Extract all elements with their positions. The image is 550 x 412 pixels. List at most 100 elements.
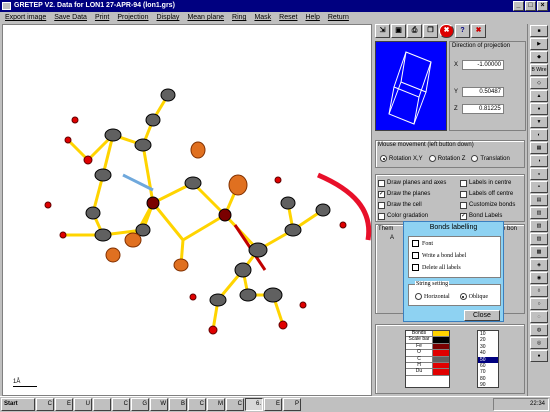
direction-x-field[interactable]: -1.00000 xyxy=(462,60,505,70)
side-button-18[interactable]: ▩ xyxy=(530,246,548,258)
dialog-title: Bonds labelling xyxy=(404,222,503,233)
side-button-23[interactable]: ◌ xyxy=(530,311,548,323)
task-button[interactable]: C xyxy=(112,398,130,411)
check-font[interactable]: Font xyxy=(412,240,433,247)
side-button-8[interactable]: ▼ xyxy=(530,116,548,128)
side-button-2[interactable]: ▶ xyxy=(530,38,548,50)
radio-translation[interactable]: Translation xyxy=(471,155,510,162)
cell-view[interactable] xyxy=(375,41,447,131)
close-window-button[interactable]: × xyxy=(537,1,548,11)
side-button-1[interactable]: ■ xyxy=(530,25,548,37)
window-titlebar: GRETEP V2. Data for LON1 27-APR-94 (lon1… xyxy=(0,0,550,12)
side-button-26[interactable]: ● xyxy=(530,350,548,362)
list-item[interactable]: 90 xyxy=(478,382,498,388)
side-button-10[interactable]: ▦ xyxy=(530,142,548,154)
side-button-16[interactable]: ▧ xyxy=(530,220,548,232)
task-button[interactable]: C xyxy=(188,398,206,411)
help-icon[interactable]: ? xyxy=(455,24,470,38)
side-button-24[interactable]: ◍ xyxy=(530,324,548,336)
theme-title: Them xyxy=(378,226,394,232)
check-draw-planes[interactable]: ✓ Draw the planes xyxy=(378,189,430,199)
maximize-button[interactable]: □ xyxy=(525,1,536,11)
side-button-13[interactable]: ◓ xyxy=(530,181,548,193)
exit-icon[interactable]: ✖ xyxy=(471,24,486,38)
menu-return[interactable]: Return xyxy=(328,12,349,23)
stop-icon[interactable]: ✖ xyxy=(439,24,454,38)
task-button[interactable]: E xyxy=(55,398,73,411)
side-button-11[interactable]: ◑ xyxy=(530,155,548,167)
menu-export-image[interactable]: Export image xyxy=(5,12,46,23)
close-button[interactable]: Close xyxy=(464,310,500,321)
menu-reset[interactable]: Reset xyxy=(279,12,297,23)
check-labels-centre[interactable]: Labels in centre xyxy=(460,178,511,188)
task-button-active[interactable]: 6. xyxy=(245,398,263,411)
task-button[interactable]: B xyxy=(169,398,187,411)
partial-label: e bon xyxy=(502,226,518,232)
display-options-group: Draw planes and axes ✓ Draw the planes Dr… xyxy=(375,174,525,222)
side-button-15[interactable]: ▥ xyxy=(530,207,548,219)
menu-print[interactable]: Print xyxy=(95,12,109,23)
minimize-button[interactable]: _ xyxy=(513,1,524,11)
check-draw-planes-axes[interactable]: Draw planes and axes xyxy=(378,178,446,188)
side-button-21[interactable]: ◊ xyxy=(530,285,548,297)
partial-option-a: A xyxy=(390,235,395,241)
task-button[interactable] xyxy=(93,398,111,411)
check-customize-bonds[interactable]: Customize bonds xyxy=(460,200,515,210)
check-write-bond-label[interactable]: Write a bond label xyxy=(412,252,466,259)
copy-icon[interactable]: ❐ xyxy=(423,24,438,38)
side-button-6[interactable]: ▲ xyxy=(530,90,548,102)
side-button-3[interactable]: ◆ xyxy=(530,51,548,63)
side-button-14[interactable]: ▤ xyxy=(530,194,548,206)
task-button[interactable]: P xyxy=(283,398,301,411)
side-button-7[interactable]: ● xyxy=(530,103,548,115)
side-button-19[interactable]: ◈ xyxy=(530,259,548,271)
start-button[interactable]: Start xyxy=(1,398,35,411)
mouse-movement-group: Mouse movement (left button down) Rotati… xyxy=(375,140,525,168)
task-button[interactable]: G xyxy=(131,398,149,411)
radio-rotation-z[interactable]: Rotation Z xyxy=(428,155,465,162)
menu-help[interactable]: Help xyxy=(305,12,319,23)
mouse-movement-title: Mouse movement (left button down) xyxy=(378,142,474,148)
radio-rotation-xy[interactable]: Rotation X,Y xyxy=(380,155,423,162)
check-color-gradation[interactable]: Color gradation xyxy=(378,211,428,221)
check-labels-off-centre[interactable]: Labels off centre xyxy=(460,189,513,199)
number-list[interactable]: 10 20 30 40 50 60 70 80 90 xyxy=(477,330,499,388)
check-bond-labels[interactable]: ✓ Bond Labels xyxy=(460,211,502,221)
check-delete-all-labels[interactable]: Delete all labels xyxy=(412,264,461,271)
menu-ring[interactable]: Ring xyxy=(232,12,246,23)
colors-group xyxy=(375,324,525,394)
side-button-25[interactable]: ◎ xyxy=(530,337,548,349)
menu-mask[interactable]: Mask xyxy=(254,12,271,23)
axis-label: Y xyxy=(454,89,459,95)
side-button-9[interactable]: ◐ xyxy=(530,129,548,141)
direction-z-field[interactable]: 0.81225 xyxy=(461,104,504,114)
task-button[interactable]: U xyxy=(74,398,92,411)
direction-y-field[interactable]: 0.50487 xyxy=(462,87,505,97)
side-button-wire[interactable]: B Wire xyxy=(530,64,548,76)
check-draw-cell[interactable]: Draw the cell xyxy=(378,200,422,210)
side-button-12[interactable]: ◒ xyxy=(530,168,548,180)
task-button[interactable]: E xyxy=(264,398,282,411)
side-button-22[interactable]: ○ xyxy=(530,298,548,310)
task-button[interactable]: C xyxy=(226,398,244,411)
color-row[interactable]: Du xyxy=(406,369,449,376)
menu-projection[interactable]: Projection xyxy=(117,12,148,23)
menu-display[interactable]: Display xyxy=(156,12,179,23)
color-table[interactable]: Bonds Scale bar Fe O C H Du xyxy=(405,330,450,388)
open-icon[interactable]: ⇲ xyxy=(375,24,390,38)
side-button-20[interactable]: ◉ xyxy=(530,272,548,284)
print-icon[interactable]: ⎙ xyxy=(407,24,422,38)
radio-oblique[interactable]: Oblique xyxy=(459,293,488,300)
radio-horizontal[interactable]: Horizontal xyxy=(415,293,450,300)
save-icon[interactable]: ▣ xyxy=(391,24,406,38)
task-button[interactable]: W xyxy=(150,398,168,411)
direction-z-row: Z 0.81225 xyxy=(454,104,504,114)
side-button-5[interactable]: ◇ xyxy=(530,77,548,89)
menu-save-data[interactable]: Save Data xyxy=(54,12,87,23)
menu-mean-plane[interactable]: Mean plane xyxy=(187,12,224,23)
toolbar: ⇲ ▣ ⎙ ❐ ✖ ? ✖ xyxy=(375,24,486,39)
task-button[interactable]: C xyxy=(36,398,54,411)
task-button[interactable]: M xyxy=(207,398,225,411)
molecule-canvas[interactable]: 1Å xyxy=(2,24,372,396)
side-button-17[interactable]: ▨ xyxy=(530,233,548,245)
